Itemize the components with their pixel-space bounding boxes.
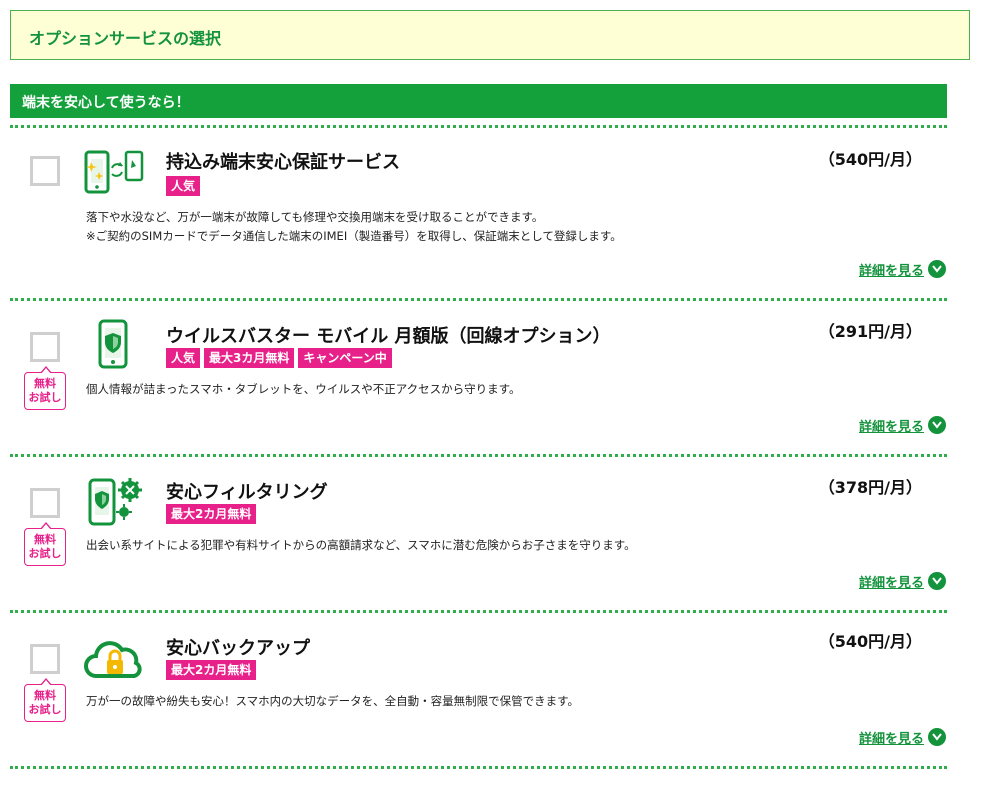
details-link[interactable]: 詳細を見る [859,727,946,747]
details-link[interactable]: 詳細を見る [859,571,946,591]
badge-list: 最大2カ月無料 [166,660,257,682]
campaign-badge: キャンペーン中 [298,348,392,368]
option-description: 万が一の故障や紛失も安心！スマホ内の大切なデータを、全自動・容量無制限で保管でき… [86,694,579,708]
phone-swap-icon [84,150,144,194]
option-description: 落下や水没など、万が一端末が故障しても修理や交換用端末を受け取ることができます。… [86,210,622,243]
option-description: 個人情報が詰まったスマホ・タブレットを、ウイルスや不正アクセスから守ります。 [86,382,521,396]
free-trial-badge: 無料 お試し [24,366,66,410]
chevron-down-icon [928,260,946,278]
popular-badge: 人気 [166,176,201,196]
phone-filter-icon [88,478,142,526]
category-label: 端末を安心して使うなら！ [22,95,190,111]
details-link[interactable]: 詳細を見る [859,259,946,279]
option-checkbox[interactable] [30,332,60,362]
details-link[interactable]: 詳細を見る [859,415,946,435]
option-item-device-warranty: 持込み端末安心保証サービス 人気 （540円/月） 落下や水没など、万が一端末が… [0,128,982,284]
phone-shield-icon [98,319,128,369]
option-checkbox[interactable] [30,156,60,186]
option-checkbox[interactable] [30,488,60,518]
option-item-backup: 無料 お試し 安心バックアップ 最大2カ月無料 （540円/月） 万が一の故障や… [0,612,982,768]
chevron-down-icon [928,572,946,590]
option-item-filtering: 無料 お試し 安心フィルタリング 最大2カ月無料 （378円/月） 出会い系サイ… [0,456,982,612]
cloud-lock-icon [84,641,142,678]
option-price: （540円/月） [818,150,922,169]
badge-list: 人気 [166,176,201,198]
option-name: 安心バックアップ [166,638,310,659]
option-description: 出会い系サイトによる犯罪や有料サイトからの高額請求など、スマホに潜む危険からお子… [86,538,636,552]
option-checkbox[interactable] [30,644,60,674]
free-months-badge: 最大2カ月無料 [166,660,257,680]
badge-list: 人気 最大3カ月無料 キャンペーン中 [166,348,392,370]
option-item-virus-buster: 無料 お試し ウイルスバスター モバイル 月額版（回線オプション） 人気 最大3… [0,300,982,456]
free-months-badge: 最大3カ月無料 [204,348,295,368]
page-title: オプションサービスの選択 [29,29,222,48]
chevron-down-icon [928,728,946,746]
option-price: （378円/月） [818,478,922,497]
chevron-down-icon [928,416,946,434]
popular-badge: 人気 [166,348,201,368]
category-bar: 端末を安心して使うなら！ [10,84,947,118]
option-name: 持込み端末安心保証サービス [166,152,400,173]
option-price: （540円/月） [818,632,922,651]
badge-list: 最大2カ月無料 [166,504,257,526]
divider [10,766,947,769]
free-trial-badge: 無料 お試し [24,678,66,722]
option-name: 安心フィルタリング [166,482,328,503]
free-trial-badge: 無料 お試し [24,522,66,566]
section-header: オプションサービスの選択 [10,10,970,60]
option-price: （291円/月） [818,322,922,341]
free-months-badge: 最大2カ月無料 [166,504,257,524]
option-name: ウイルスバスター モバイル 月額版（回線オプション） [166,326,611,347]
